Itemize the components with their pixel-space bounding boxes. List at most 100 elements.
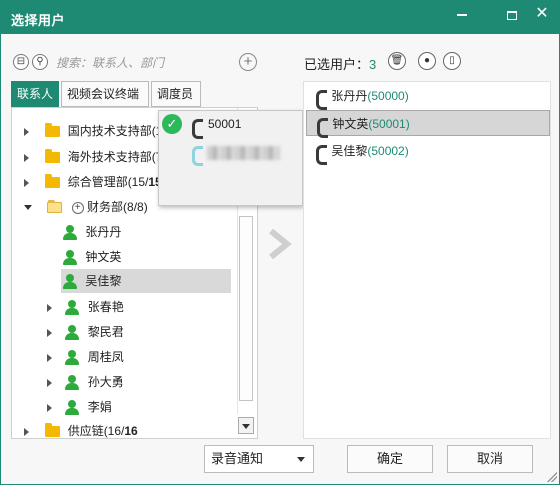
notification-select[interactable]: 录音通知 [204,445,314,473]
minimize-icon [457,14,467,17]
phone-icon[interactable] [190,118,203,139]
member-name: 张丹丹 [85,225,122,239]
folder-icon [45,174,61,189]
expand-arrow-icon[interactable] [24,127,29,136]
selected-user-name: 钟文英 [332,117,369,131]
redacted-number [207,146,280,160]
member-name: 周桂凤 [87,350,124,364]
selected-user-ext: (50000) [367,89,409,103]
cancel-button[interactable]: 取消 [447,445,533,473]
tree-group-online-count: 16 [124,424,138,438]
tree-group-admin[interactable]: 综合管理部(15/15 [24,170,162,194]
select-user-dialog: 选择用户 ✕ ⊟ ⚲ 搜索：联系人、部门 + 联系人 视频会议终端 调度员 国内… [0,0,560,485]
tree-group-label: 综合管理部(15/ [67,175,149,189]
selected-users-header: 已选用户：3 [304,54,376,73]
tree-member[interactable]: 黎民君 [47,320,124,344]
resize-grip-icon[interactable] [547,472,557,482]
collapse-all-icon[interactable]: ⊟ [13,54,29,70]
add-group-icon[interactable]: + [71,201,84,214]
user-icon [64,374,80,391]
phone-icon [315,117,328,138]
tree-member[interactable]: 李娟 [47,395,112,419]
phone-icon [314,144,327,165]
user-icon [64,299,80,316]
member-name: 吴佳黎 [85,274,122,288]
selected-user-ext: (50001) [368,117,410,131]
maximize-button[interactable] [495,1,529,29]
user-icon [62,249,78,266]
expand-arrow-icon[interactable] [47,378,52,387]
phone-icon [314,89,327,110]
chevron-down-icon [297,457,305,462]
folder-open-icon [47,200,63,214]
folder-icon [45,123,61,138]
scroll-down-button[interactable] [238,417,254,434]
tree-member[interactable]: 周桂凤 [47,345,124,369]
window-title: 选择用户 [11,13,66,28]
selected-user-item[interactable]: 张丹丹(50000) [306,83,550,110]
add-to-selected-arrow-icon[interactable] [267,229,293,259]
member-name: 钟文英 [85,250,122,264]
tree-member[interactable]: 钟文英 [62,245,121,269]
close-button[interactable]: ✕ [525,1,559,29]
expand-arrow-icon[interactable] [24,178,29,187]
selected-user-ext: (50002) [367,144,409,158]
tree-member[interactable]: 张丹丹 [62,220,121,244]
tree-group-label: 海外技术支持部(7, [67,150,166,164]
selected-users-label: 已选用户： [304,57,370,72]
expand-arrow-icon[interactable] [24,427,29,436]
tab-contacts[interactable]: 联系人 [11,81,59,107]
tree-member[interactable]: 张春艳 [47,295,124,319]
search-icon[interactable]: ⚲ [32,54,48,70]
mobile-filter-icon[interactable]: ▯ [443,52,461,70]
tree-group-label: 供应链(16/ [67,424,125,438]
member-name: 李娟 [87,400,112,414]
selected-user-name: 吴佳黎 [331,144,368,158]
member-name: 张春艳 [87,300,124,314]
add-button[interactable]: + [239,53,257,71]
user-icon [62,273,78,290]
folder-icon [45,149,61,164]
mobile-phone-icon[interactable] [190,145,203,166]
tab-video-terminals[interactable]: 视频会议终端 [61,81,149,107]
selected-user-name: 张丹丹 [331,89,368,103]
user-icon [64,399,80,416]
collapse-arrow-icon[interactable] [24,205,32,211]
tree-member[interactable]: 孙大勇 [47,370,124,394]
clear-all-icon[interactable]: 🗑 [388,52,406,70]
folder-icon [45,423,61,438]
user-icon [64,349,80,366]
expand-arrow-icon[interactable] [47,353,52,362]
member-name: 黎民君 [87,325,124,339]
selected-user-item-selected[interactable]: 钟文英(50001) [306,110,550,138]
close-icon: ✕ [535,5,549,22]
search-input[interactable]: 搜索：联系人、部门 [56,54,164,71]
tree-group-finance[interactable]: + 财务部(8/8) [24,195,148,219]
selected-user-item[interactable]: 吴佳黎(50002) [306,138,550,165]
phone-popup: ✓ 50001 [158,110,303,206]
scrollbar-thumb[interactable] [239,216,253,401]
minimize-button[interactable] [445,1,479,29]
tree-member-selected[interactable]: 吴佳黎 [61,269,231,293]
tree-group-supply-chain[interactable]: 供应链(16/16 [24,419,138,438]
ok-button[interactable]: 确定 [347,445,433,473]
tree-group-label: 国内技术支持部(1 [67,124,163,138]
phone-number[interactable]: 50001 [208,117,241,131]
title-bar[interactable]: 选择用户 ✕ [1,1,559,34]
maximize-icon [507,10,517,20]
user-icon [64,324,80,341]
expand-arrow-icon[interactable] [47,328,52,337]
tree-group-label: 财务部(8/8) [87,200,148,214]
tab-dispatchers[interactable]: 调度员 [151,81,201,107]
member-name: 孙大勇 [87,375,124,389]
selected-users-list: 张丹丹(50000) 钟文英(50001) 吴佳黎(50002) [303,81,551,439]
user-filter-icon[interactable]: ● [418,52,436,70]
tree-group-overseas-support[interactable]: 海外技术支持部(7, [24,145,166,169]
tree-group-domestic-support[interactable]: 国内技术支持部(1 [24,119,162,143]
selected-users-count: 3 [369,57,377,72]
user-icon [62,224,78,241]
expand-arrow-icon[interactable] [47,303,52,312]
check-icon: ✓ [162,114,182,134]
expand-arrow-icon[interactable] [47,403,52,412]
expand-arrow-icon[interactable] [24,153,29,162]
